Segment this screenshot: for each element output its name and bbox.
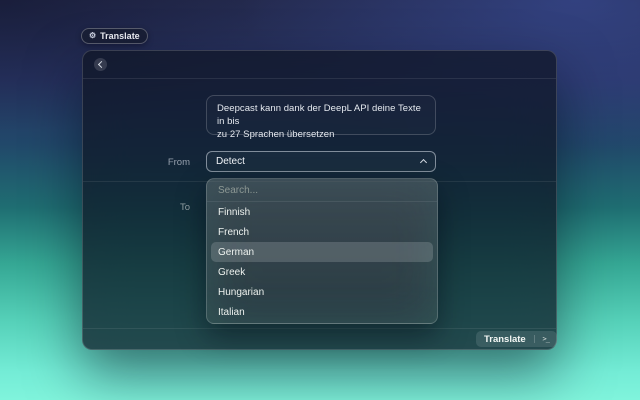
shortcut-key-button[interactable]: >_ <box>535 331 557 347</box>
language-option-finnish[interactable]: Finnish <box>211 202 433 222</box>
to-label: To <box>122 202 190 213</box>
desktop-background: ⚙ Translate Deepcast kann dank der DeepL… <box>0 0 640 400</box>
from-select-value: Detect <box>216 156 421 167</box>
window-header <box>83 51 556 79</box>
source-text-box[interactable]: Deepcast kann dank der DeepL API deine T… <box>206 95 436 135</box>
translate-action-label: Translate <box>484 334 526 345</box>
from-select[interactable]: Detect <box>206 151 436 172</box>
language-option-label: Hungarian <box>218 287 264 298</box>
language-option-hungarian[interactable]: Hungarian <box>211 282 433 302</box>
language-option-german[interactable]: German <box>211 242 433 262</box>
chevron-up-icon <box>420 159 427 166</box>
source-text-line-1: Deepcast kann dank der DeepL API deine T… <box>217 102 425 128</box>
gear-icon: ⚙ <box>89 32 96 40</box>
app-badge-label: Translate <box>100 31 140 41</box>
language-option-label: German <box>218 247 254 258</box>
return-key-icon: >_ <box>543 335 549 343</box>
language-option-label: French <box>218 227 249 238</box>
language-dropdown: Finnish French German Greek Hungarian Italian <box>206 178 438 324</box>
translate-action-button[interactable]: Translate <box>476 331 534 347</box>
language-option-label: Finnish <box>218 207 250 218</box>
translate-window: Deepcast kann dank der DeepL API deine T… <box>82 50 557 350</box>
source-text-line-2: zu 27 Sprachen übersetzen <box>217 128 425 141</box>
footer-actions: Translate >_ <box>476 331 557 347</box>
language-option-greek[interactable]: Greek <box>211 262 433 282</box>
language-option-label: Greek <box>218 267 245 278</box>
language-option-italian[interactable]: Italian <box>211 302 433 322</box>
app-badge[interactable]: ⚙ Translate <box>81 28 148 44</box>
search-input[interactable] <box>207 179 437 201</box>
from-label: From <box>122 157 190 168</box>
language-option-label: Italian <box>218 307 245 318</box>
language-list: Finnish French German Greek Hungarian Italian <box>207 202 437 324</box>
chevron-left-icon <box>98 61 105 68</box>
language-option-french[interactable]: French <box>211 222 433 242</box>
footer-divider <box>83 328 556 329</box>
back-button[interactable] <box>94 58 107 71</box>
